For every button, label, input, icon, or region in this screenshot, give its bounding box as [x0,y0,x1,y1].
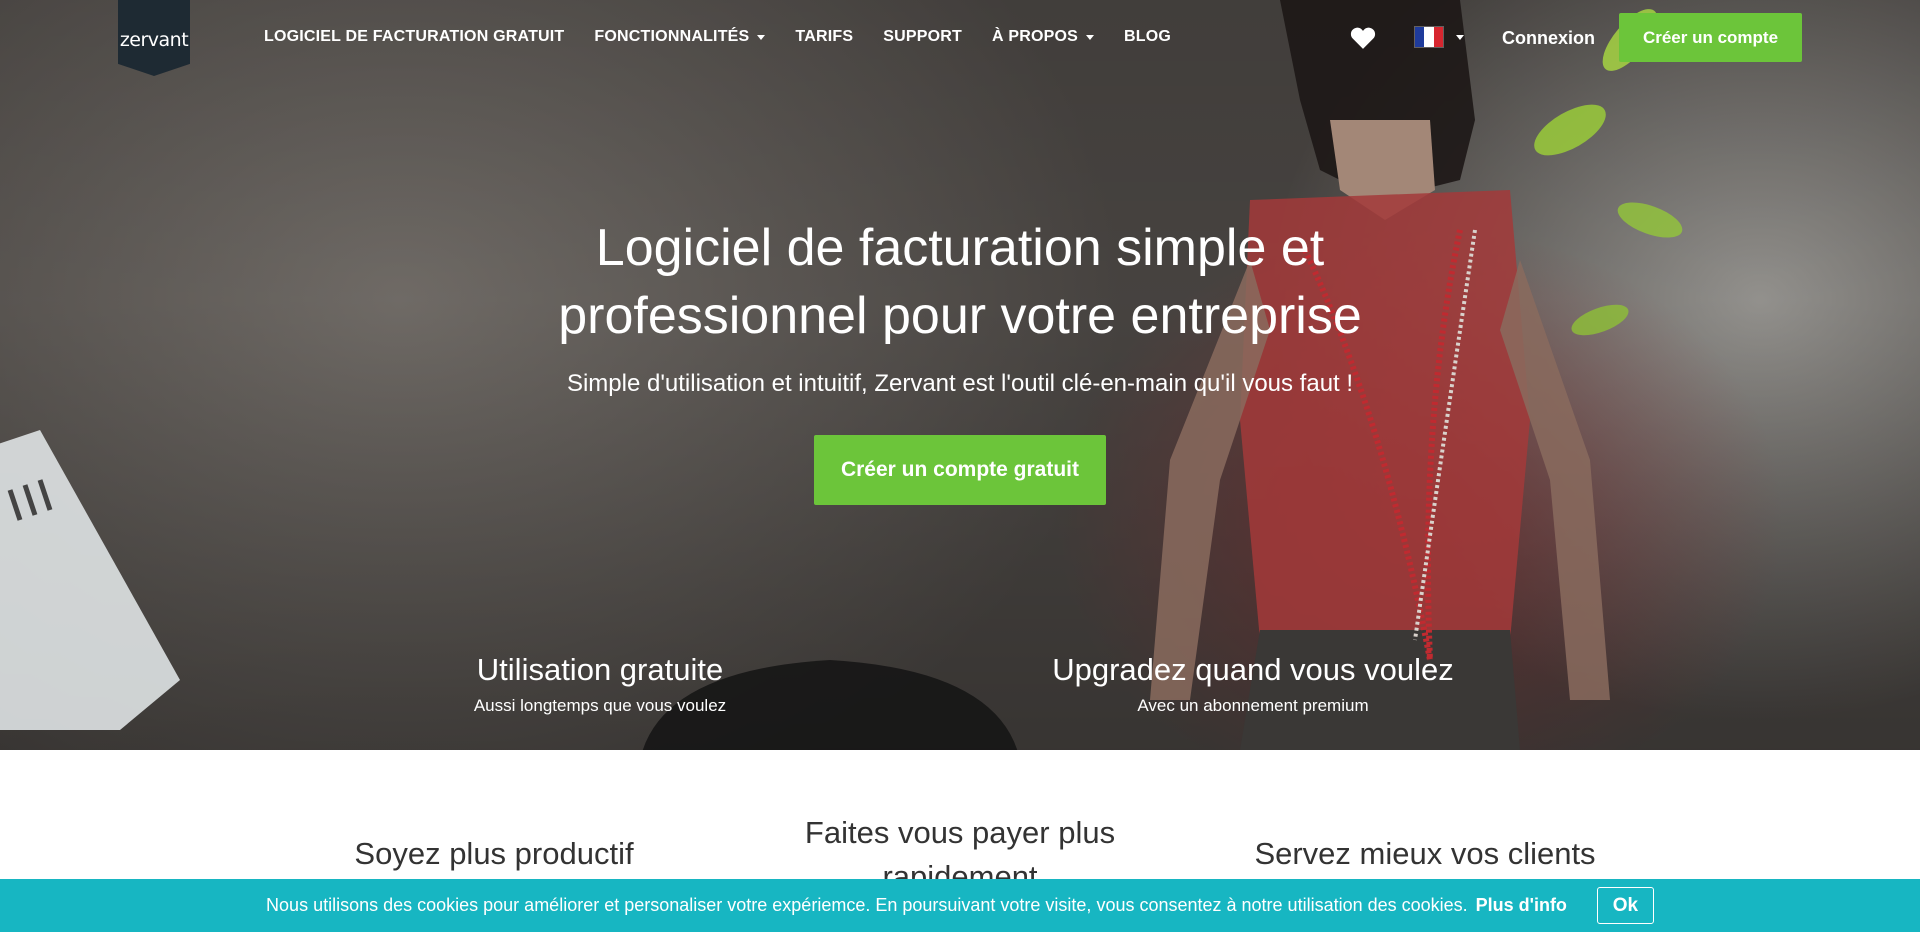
france-flag-icon [1414,26,1444,48]
feature-free-usage: Utilisation gratuite Aussi longtemps que… [390,652,810,716]
cookie-more-info-link[interactable]: Plus d'info [1476,895,1567,916]
feature-upgrade: Upgradez quand vous voulez Avec un abonn… [1043,652,1463,716]
nav-item-label: BLOG [1124,28,1172,45]
cookie-text: Nous utilisons des cookies pour améliore… [266,895,1468,915]
benefit-productive-title: Soyez plus productif [354,836,634,871]
feature-title: Utilisation gratuite [476,652,724,687]
hero-subtitle: Simple d'utilisation et intuitif, Zervan… [566,370,1354,397]
nav-item-label: LOGICIEL DE FACTURATION GRATUIT [264,28,565,45]
main-nav: LOGICIEL DE FACTURATION GRATUIT FONCTION… [264,28,1171,46]
nav-item-label: TARIFS [795,28,854,45]
cookie-banner: Nous utilisons des cookies pour améliore… [0,879,1920,932]
feature-subtitle: Avec un abonnement premium [1137,696,1369,715]
heart-icon[interactable] [1350,26,1376,50]
logo-text: zervant [119,29,189,51]
chevron-down-icon [1456,34,1464,40]
nav-item-label: À PROPOS [991,28,1079,45]
feature-subtitle: Aussi longtemps que vous voulez [473,696,727,715]
zervant-logo[interactable]: zervant [118,0,190,76]
chevron-down-icon [1086,34,1095,40]
create-free-account-button[interactable]: Créer un compte gratuit [814,435,1106,505]
nav-item-pricing[interactable]: TARIFS [795,28,853,46]
nav-item-about[interactable]: À PROPOS [991,28,1095,46]
benefit-serve-clients-title: Servez mieux vos clients [1254,836,1596,871]
chevron-down-icon [757,34,766,40]
nav-item-label: FONCTIONNALITÉS [594,28,750,45]
feature-title: Upgradez quand vous voulez [1052,652,1454,687]
language-selector[interactable] [1414,26,1464,48]
login-link[interactable]: Connexion [1502,28,1595,49]
create-account-button[interactable]: Créer un compte [1619,13,1802,62]
nav-item-blog[interactable]: BLOG [1124,28,1171,46]
nav-item-free-invoicing[interactable]: LOGICIEL DE FACTURATION GRATUIT [264,28,564,46]
hero-title: Logiciel de facturation simple et profes… [558,219,1362,345]
nav-item-features[interactable]: FONCTIONNALITÉS [594,28,766,46]
nav-item-label: SUPPORT [883,28,962,45]
lamp-photo-element [0,430,180,730]
cookie-ok-button[interactable]: Ok [1596,887,1654,924]
nav-item-support[interactable]: SUPPORT [883,28,962,46]
